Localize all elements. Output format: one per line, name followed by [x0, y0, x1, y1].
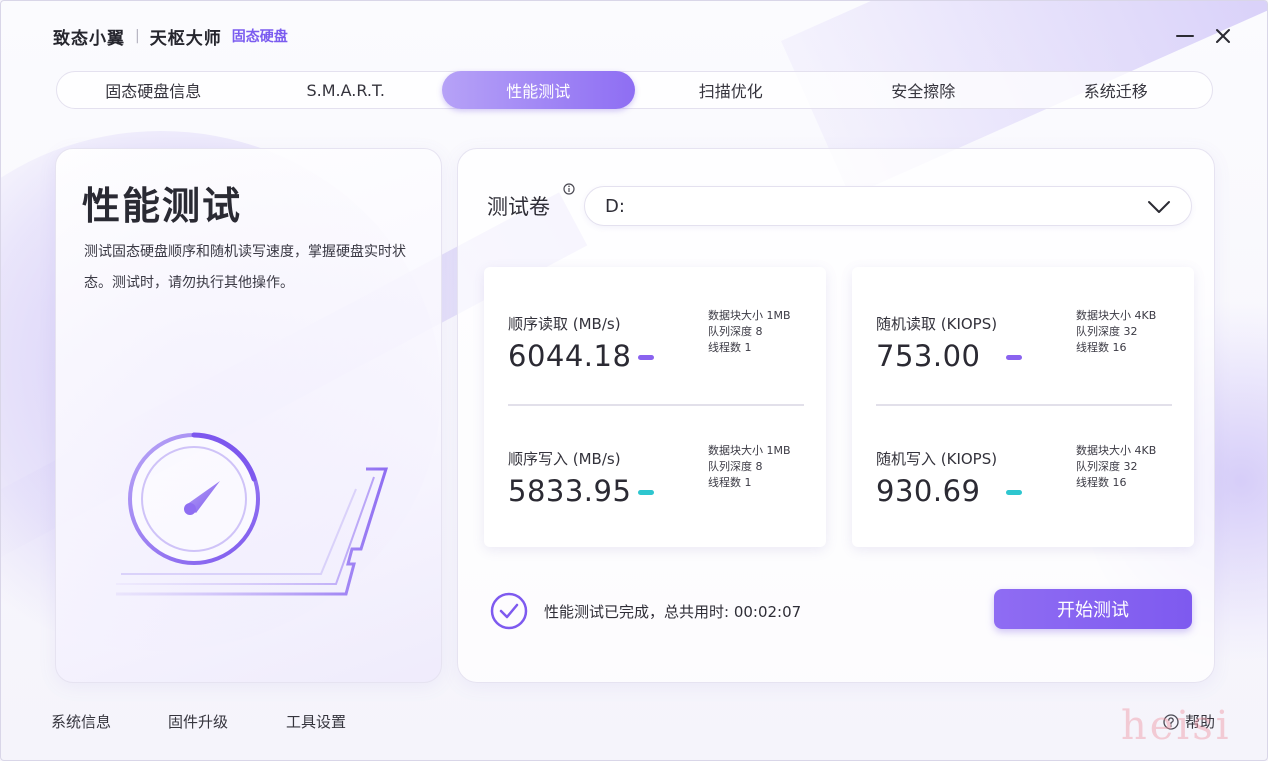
divider	[508, 404, 804, 406]
read-indicator	[638, 355, 654, 360]
write-indicator	[638, 490, 654, 495]
queue-depth: 队列深度 32	[1076, 325, 1138, 338]
block-size: 数据块大小 1MB	[708, 309, 791, 322]
footer-firmware-upgrade[interactable]: 固件升级	[168, 711, 228, 732]
minimize-icon	[1176, 35, 1194, 37]
metric-params: 数据块大小 1MB 队列深度 8 线程数 1	[708, 443, 791, 491]
random-write-metric: 随机写入 (KIOPS) 930.69 数据块大小 4KB 队列深度 32 线程…	[876, 444, 1176, 508]
title-bar: 致态小翼 | 天枢大师 固态硬盘	[53, 23, 288, 49]
queue-depth: 队列深度 8	[708, 460, 763, 473]
test-volume-value: D:	[605, 195, 625, 217]
intro-card: 性能测试 测试固态硬盘顺序和随机读写速度，掌握硬盘实时状态。测试时，请勿执行其他…	[55, 148, 442, 683]
intro-description: 测试固态硬盘顺序和随机读写速度，掌握硬盘实时状态。测试时，请勿执行其他操作。	[84, 244, 406, 291]
check-circle-icon	[490, 592, 528, 630]
metric-value: 930.69	[876, 474, 981, 508]
metric-value: 6044.18	[508, 339, 632, 373]
minimize-button[interactable]	[1172, 23, 1198, 49]
tab-system-migration[interactable]: 系统迁移	[1020, 71, 1213, 109]
footer-system-info[interactable]: 系统信息	[51, 711, 111, 732]
main-tabs: 固态硬盘信息 S.M.A.R.T. 性能测试 扫描优化 安全擦除 系统迁移	[56, 71, 1213, 109]
close-icon	[1216, 29, 1230, 43]
tab-smart[interactable]: S.M.A.R.T.	[250, 71, 443, 109]
brand-primary: 致态小翼	[53, 28, 125, 49]
thread-count: 线程数 1	[708, 341, 752, 354]
metric-value: 5833.95	[508, 474, 632, 508]
metric-params: 数据块大小 4KB 队列深度 32 线程数 16	[1076, 308, 1156, 356]
chevron-down-icon	[1148, 201, 1170, 213]
thread-count: 线程数 16	[1076, 341, 1127, 354]
random-read-metric: 随机读取 (KIOPS) 753.00 数据块大小 4KB 队列深度 32 线程…	[876, 309, 1176, 373]
thread-count: 线程数 16	[1076, 476, 1127, 489]
start-test-button[interactable]: 开始测试	[994, 589, 1192, 629]
info-icon[interactable]	[563, 183, 575, 195]
random-results-card: 随机读取 (KIOPS) 753.00 数据块大小 4KB 队列深度 32 线程…	[852, 267, 1194, 547]
test-volume-label: 测试卷	[487, 195, 550, 219]
queue-depth: 队列深度 32	[1076, 460, 1138, 473]
block-size: 数据块大小 4KB	[1076, 444, 1157, 457]
intro-title: 性能测试	[82, 184, 243, 228]
performance-panel: 测试卷 D: 顺序读取 (MB/s) 6044.18 数据块大小 1MB 队列深…	[457, 148, 1215, 683]
tab-performance-test[interactable]: 性能测试	[442, 71, 635, 109]
test-status: 性能测试已完成，总共用时: 00:02:07	[490, 592, 801, 630]
footer-tool-settings[interactable]: 工具设置	[286, 711, 346, 732]
metric-value: 753.00	[876, 339, 981, 373]
tab-scan-optimize[interactable]: 扫描优化	[635, 71, 828, 109]
title-separator: |	[135, 28, 140, 44]
brand-secondary: 天枢大师	[149, 28, 222, 49]
status-text: 性能测试已完成，总共用时: 00:02:07	[544, 602, 802, 621]
sequential-results-card: 顺序读取 (MB/s) 6044.18 数据块大小 1MB 队列深度 8 线程数…	[484, 267, 826, 547]
watermark: heisi	[1121, 703, 1232, 749]
tab-ssd-info[interactable]: 固态硬盘信息	[57, 71, 250, 109]
divider	[876, 404, 1172, 406]
metric-params: 数据块大小 1MB 队列深度 8 线程数 1	[708, 308, 791, 356]
read-indicator	[1006, 355, 1022, 360]
speedometer-icon	[116, 432, 389, 596]
block-size: 数据块大小 1MB	[708, 444, 791, 457]
block-size: 数据块大小 4KB	[1076, 309, 1157, 322]
sequential-read-metric: 顺序读取 (MB/s) 6044.18 数据块大小 1MB 队列深度 8 线程数…	[508, 309, 808, 373]
write-indicator	[1006, 490, 1022, 495]
queue-depth: 队列深度 8	[708, 325, 763, 338]
app-window: 致态小翼 | 天枢大师 固态硬盘 固态硬盘信息 S.M.A.R.T. 性能测试 …	[0, 0, 1268, 761]
test-volume-select[interactable]: D:	[584, 186, 1192, 226]
brand-tag: 固态硬盘	[231, 29, 288, 45]
close-button[interactable]	[1210, 23, 1236, 49]
tab-secure-erase[interactable]: 安全擦除	[827, 71, 1020, 109]
metric-params: 数据块大小 4KB 队列深度 32 线程数 16	[1076, 443, 1156, 491]
sequential-write-metric: 顺序写入 (MB/s) 5833.95 数据块大小 1MB 队列深度 8 线程数…	[508, 444, 808, 508]
thread-count: 线程数 1	[708, 476, 752, 489]
